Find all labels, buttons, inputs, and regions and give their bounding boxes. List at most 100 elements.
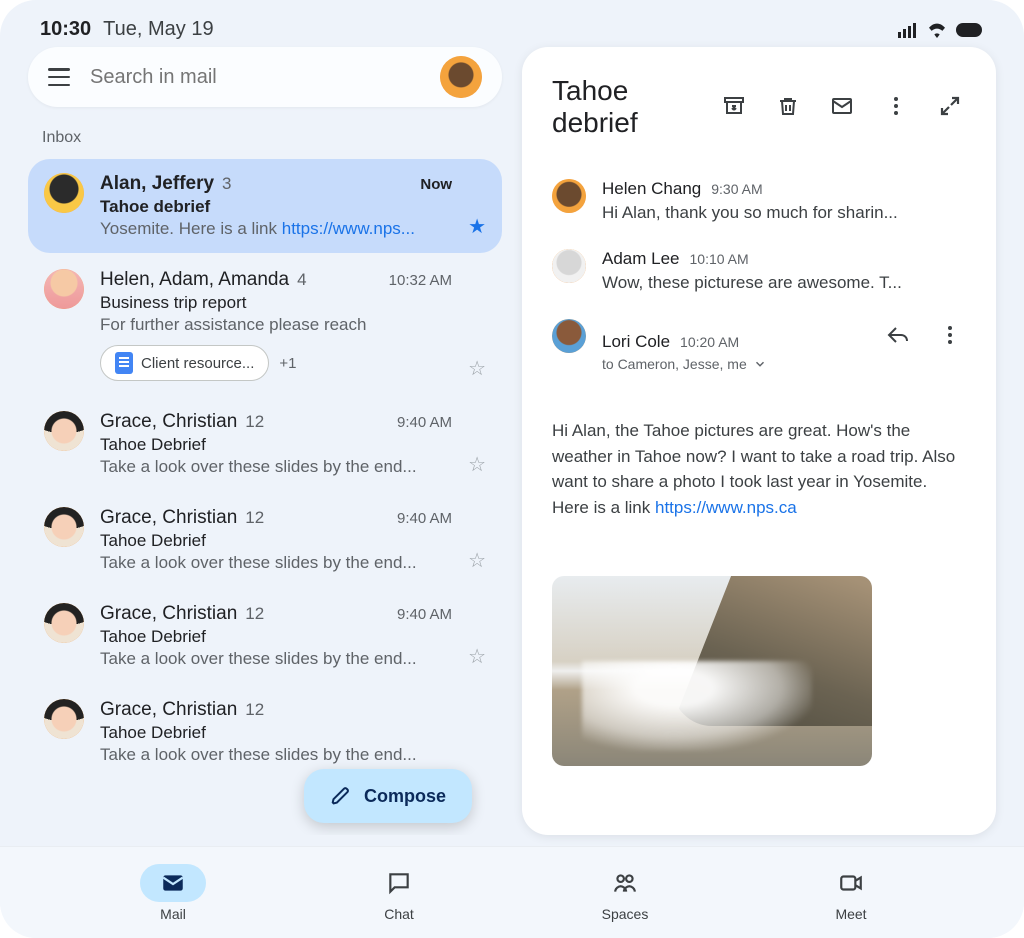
sender-avatar — [44, 699, 84, 739]
attachment-more[interactable]: +1 — [279, 355, 296, 372]
body-link[interactable]: https://www.nps.ca — [655, 498, 797, 517]
status-indicators — [898, 22, 984, 38]
conversation-title: Tahoe debrief — [552, 75, 708, 139]
chevron-down-icon — [753, 357, 767, 371]
attachment-image[interactable] — [552, 576, 872, 766]
thread-subject: Business trip report — [100, 293, 452, 313]
thread-snippet: For further assistance please reach — [100, 315, 452, 335]
star-icon[interactable]: ☆ — [468, 452, 486, 477]
spaces-icon — [612, 870, 638, 896]
thread-count: 3 — [222, 174, 231, 194]
app-root: 10:30 Tue, May 19 Inbox — [0, 0, 1024, 938]
thread-count: 12 — [245, 508, 264, 528]
thread-item[interactable]: Alan, Jeffery 3 Now Tahoe debrief Yosemi… — [28, 159, 502, 253]
message-time: 10:10 AM — [690, 251, 749, 267]
sender-avatar — [44, 603, 84, 643]
message-expanded: Lori Cole 10:20 AM to Cameron, Jesse, me — [552, 319, 966, 372]
thread-item[interactable]: Grace, Christian 12 9:40 AM Tahoe Debrie… — [28, 493, 502, 587]
thread-time: 9:40 AM — [397, 510, 452, 527]
thread-time: 10:32 AM — [389, 272, 452, 289]
thread-time: 9:40 AM — [397, 414, 452, 431]
thread-subject: Tahoe debrief — [100, 197, 452, 217]
message-sender: Lori Cole — [602, 332, 670, 352]
star-icon[interactable]: ☆ — [468, 548, 486, 573]
thread-item[interactable]: Grace, Christian 12 9:40 AM Tahoe Debrie… — [28, 589, 502, 683]
nav-spaces[interactable]: Spaces — [592, 864, 658, 922]
thread-count: 12 — [245, 604, 264, 624]
archive-button[interactable] — [718, 90, 750, 125]
mail-icon — [160, 870, 186, 896]
menu-icon[interactable] — [48, 68, 70, 86]
thread-count: 4 — [297, 270, 306, 290]
sender-avatar — [44, 411, 84, 451]
delete-button[interactable] — [772, 90, 804, 125]
thread-senders: Alan, Jeffery — [100, 173, 214, 195]
recipients-button[interactable]: to Cameron, Jesse, me — [602, 356, 966, 372]
thread-senders: Grace, Christian — [100, 507, 237, 529]
thread-time: Now — [420, 176, 452, 193]
thread-list: Alan, Jeffery 3 Now Tahoe debrief Yosemi… — [28, 159, 502, 835]
thread-senders: Helen, Adam, Amanda — [100, 269, 289, 291]
sender-avatar — [552, 249, 586, 283]
thread-snippet: Take a look over these slides by the end… — [100, 553, 452, 573]
compose-button[interactable]: Compose — [304, 769, 472, 823]
section-label: Inbox — [42, 129, 502, 147]
attachment-chip[interactable]: Client resource... — [100, 345, 269, 381]
message-sender: Helen Chang — [602, 179, 701, 199]
star-icon[interactable]: ☆ — [468, 644, 486, 669]
expand-button[interactable] — [934, 90, 966, 125]
nav-chat[interactable]: Chat — [366, 864, 432, 922]
star-icon[interactable]: ★ — [468, 214, 486, 239]
nav-mail[interactable]: Mail — [140, 864, 206, 922]
message-body: Hi Alan, the Tahoe pictures are great. H… — [552, 418, 966, 520]
thread-subject: Tahoe Debrief — [100, 435, 452, 455]
mail-list-pane: Inbox Alan, Jeffery 3 Now Tahoe debrief … — [28, 47, 502, 835]
thread-item[interactable]: Grace, Christian 12 Tahoe Debrief Take a… — [28, 685, 502, 779]
thread-count: 12 — [245, 412, 264, 432]
nav-meet[interactable]: Meet — [818, 864, 884, 922]
sender-avatar — [44, 269, 84, 309]
more-button[interactable] — [880, 90, 912, 125]
reply-button[interactable] — [882, 319, 914, 354]
thread-senders: Grace, Christian — [100, 603, 237, 625]
status-date: Tue, May 19 — [103, 18, 213, 41]
message-time: 9:30 AM — [711, 181, 762, 197]
sender-avatar — [44, 507, 84, 547]
star-icon[interactable]: ☆ — [468, 356, 486, 381]
battery-icon — [956, 23, 984, 37]
search-bar[interactable] — [28, 47, 502, 107]
sender-avatar — [552, 179, 586, 213]
thread-subject: Tahoe Debrief — [100, 531, 452, 551]
thread-time: 9:40 AM — [397, 606, 452, 623]
message-time: 10:20 AM — [680, 334, 739, 350]
chat-icon — [386, 870, 412, 896]
doc-icon — [115, 352, 133, 374]
meet-icon — [838, 870, 864, 896]
thread-subject: Tahoe Debrief — [100, 723, 470, 743]
thread-senders: Grace, Christian — [100, 411, 237, 433]
pencil-icon — [330, 785, 352, 807]
thread-subject: Tahoe Debrief — [100, 627, 452, 647]
status-time: 10:30 — [40, 18, 91, 41]
message-collapsed[interactable]: Adam Lee 10:10 AM Wow, these picturese a… — [552, 249, 966, 293]
snippet-link[interactable]: https://www.nps... — [282, 219, 415, 238]
message-more-button[interactable] — [934, 319, 966, 354]
sender-avatar — [44, 173, 84, 213]
message-snippet: Wow, these picturese are awesome. T... — [602, 273, 966, 293]
wifi-icon — [926, 22, 948, 38]
message-snippet: Hi Alan, thank you so much for sharin... — [602, 203, 966, 223]
message-sender: Adam Lee — [602, 249, 680, 269]
thread-count: 12 — [245, 700, 264, 720]
thread-item[interactable]: Helen, Adam, Amanda 4 10:32 AM Business … — [28, 255, 502, 395]
thread-snippet: Take a look over these slides by the end… — [100, 457, 452, 477]
thread-senders: Grace, Christian — [100, 699, 237, 721]
thread-snippet: Take a look over these slides by the end… — [100, 745, 470, 765]
search-input[interactable] — [88, 65, 422, 90]
message-collapsed[interactable]: Helen Chang 9:30 AM Hi Alan, thank you s… — [552, 179, 966, 223]
thread-item[interactable]: Grace, Christian 12 9:40 AM Tahoe Debrie… — [28, 397, 502, 491]
thread-snippet: Take a look over these slides by the end… — [100, 649, 452, 669]
status-bar: 10:30 Tue, May 19 — [0, 0, 1024, 47]
account-avatar[interactable] — [440, 56, 482, 98]
conversation-pane: Tahoe debrief Helen Chang — [522, 47, 996, 835]
mark-unread-button[interactable] — [826, 90, 858, 125]
